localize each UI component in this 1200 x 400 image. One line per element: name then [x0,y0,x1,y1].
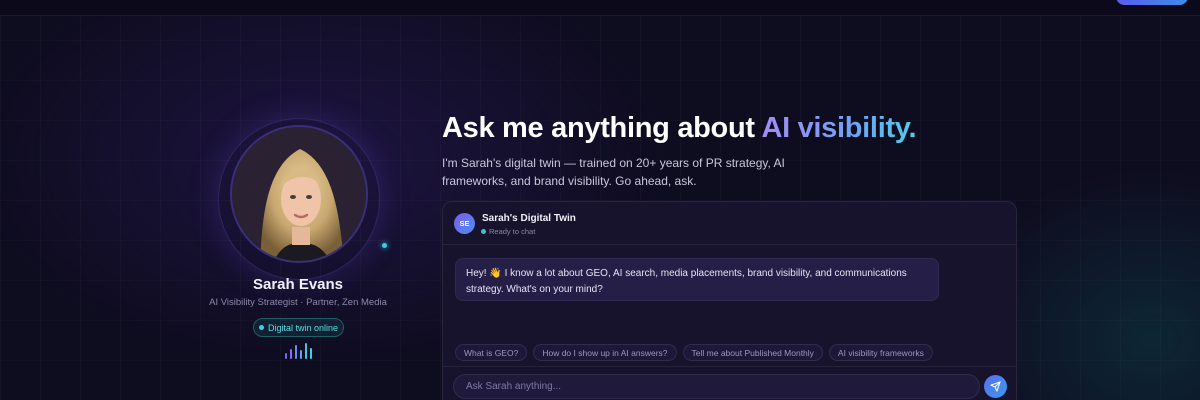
suggestion-chips: What is GEO? How do I show up in AI answ… [455,344,933,361]
chat-status: Ready to chat [481,227,535,236]
assistant-message: Hey! 👋 I know a lot about GEO, AI search… [455,258,939,301]
send-button[interactable] [984,375,1007,398]
profile-name: Sarah Evans [252,276,344,293]
chat-status-label: Ready to chat [489,227,536,236]
paper-plane-icon [990,381,1001,392]
nav-cta-button[interactable] [1116,0,1188,5]
chat-avatar: SE [454,213,475,234]
suggestion-chip[interactable]: How do I show up in AI answers? [533,344,677,361]
chat-panel: SE Sarah's Digital Twin Ready to chat He… [442,201,1017,400]
status-dot [258,325,264,330]
chat-input[interactable] [453,374,980,399]
headline-accent: AI visibility. [761,112,917,144]
avatar-portrait [232,127,366,261]
chat-title: Sarah's Digital Twin [482,213,576,224]
online-indicator-dot [382,243,387,248]
top-navigation-bar [0,0,1200,16]
chat-status-dot [481,229,486,234]
chat-header: SE Sarah's Digital Twin Ready to chat [443,202,1016,245]
suggestion-chip[interactable]: What is GEO? [455,344,528,361]
hero-subtext: I'm Sarah's digital twin — trained on 20… [442,156,785,188]
suggestion-chip[interactable]: AI visibility frameworks [828,344,933,361]
suggestion-chip[interactable]: Tell me about Published Monthly [682,344,823,361]
avatar [230,125,368,263]
profile-role: AI Visibility Strategist · Partner, Zen … [209,297,387,308]
voice-waveform-icon [285,343,312,359]
headline-prefix: Ask me anything about [442,112,762,144]
chat-input-row [443,366,1016,400]
status-badge: Digital twin online [253,318,344,337]
page-title: Ask me anything about AI visibility. [442,112,917,145]
status-badge-label: Digital twin online [267,322,339,333]
